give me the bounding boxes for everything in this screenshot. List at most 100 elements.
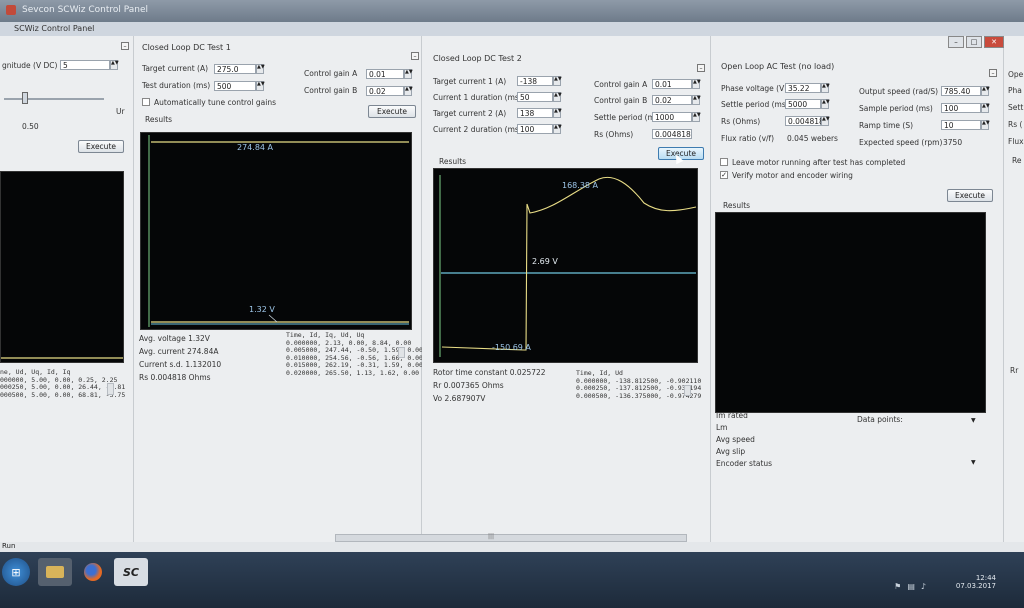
clock-time[interactable]: 12:44	[956, 574, 996, 582]
slider-handle[interactable]	[22, 92, 28, 104]
ac-settle-spinner[interactable]: ▲▼	[821, 99, 830, 109]
tray-icons[interactable]: ⚑ ▤ ♪	[894, 582, 926, 591]
right-title-cut: Ope	[1008, 70, 1024, 79]
ac-settle-field[interactable]: 5000	[785, 99, 821, 109]
horizontal-scrollbar[interactable]: |||	[335, 533, 687, 542]
execute-button[interactable]: Execute	[78, 140, 124, 153]
maximize-button[interactable]: □	[966, 36, 982, 48]
ac-rs-field[interactable]: 0.004818	[785, 116, 824, 126]
dc1-plot-svg	[148, 135, 409, 327]
magnitude-field[interactable]: 5	[60, 60, 110, 70]
dc2-dur1-field[interactable]: 50	[517, 92, 553, 102]
ac-collapse-button[interactable]: –	[989, 69, 997, 77]
dc2-collapse-button[interactable]: –	[697, 64, 705, 72]
dc1-gain-b-spinner[interactable]: ▲▼	[404, 86, 413, 96]
dc2-rr: Rr 0.007365 Ohms	[433, 381, 504, 390]
ac-verify-label: Verify motor and encoder wiring	[732, 171, 853, 180]
dc2-target1-spinner[interactable]: ▲▼	[553, 76, 562, 86]
dc2-title: Closed Loop DC Test 2	[433, 54, 522, 63]
dc1-target-current-field[interactable]: 275.0	[214, 64, 256, 74]
network-icon[interactable]: ▤	[907, 582, 915, 591]
dc1-execute-button[interactable]: Execute	[368, 105, 416, 118]
dc2-target1-label: Target current 1 (A)	[433, 77, 507, 86]
right-flux-cut: Flux	[1008, 137, 1024, 146]
ac-test-panel: Open Loop AC Test (no load) – Phase volt…	[711, 36, 1004, 542]
ac-sample-spinner[interactable]: ▲▼	[981, 103, 990, 113]
dc2-gain-b-label: Control gain B	[594, 96, 648, 105]
volume-icon[interactable]: ♪	[921, 582, 926, 591]
firefox-icon[interactable]	[76, 558, 110, 586]
folder-icon[interactable]	[38, 558, 72, 586]
dc1-auto-tune-checkbox[interactable]	[142, 98, 150, 106]
ac-phase-v-spinner[interactable]: ▲▼	[821, 83, 830, 93]
slider-value: 0.50	[22, 122, 39, 131]
ac-ramp-field[interactable]: 10	[941, 120, 981, 130]
dc1-collapse-button[interactable]: –	[411, 52, 419, 60]
ac-sample-field[interactable]: 100	[941, 103, 981, 113]
dc1-test-duration-field[interactable]: 500	[214, 81, 256, 91]
dc2-settle-spinner[interactable]: ▲▼	[692, 112, 701, 122]
window-titlebar: Sevcon SCWiz Control Panel	[0, 0, 1024, 22]
dc2-dur1-spinner[interactable]: ▲▼	[553, 92, 562, 102]
dc1-gain-a-spinner[interactable]: ▲▼	[404, 69, 413, 79]
dc2-gain-b-spinner[interactable]: ▲▼	[692, 95, 701, 105]
dc2-gain-a-field[interactable]: 0.01	[652, 79, 692, 89]
ac-flux-label: Flux ratio (v/f)	[721, 134, 775, 143]
ac-encoder-scroll-icon[interactable]: ▼	[971, 459, 976, 466]
ac-out-speed-field[interactable]: 785.40	[941, 86, 981, 96]
window-title: Sevcon SCWiz Control Panel	[22, 5, 149, 15]
dc2-plot-svg	[439, 175, 697, 357]
clock-date[interactable]: 07.03.2017	[956, 582, 996, 590]
dc2-target1-field[interactable]: -138	[517, 76, 553, 86]
dc2-dur2-spinner[interactable]: ▲▼	[553, 124, 562, 134]
dc2-gain-a-spinner[interactable]: ▲▼	[692, 79, 701, 89]
dc1-test-duration-spinner[interactable]: ▲▼	[256, 81, 265, 91]
dc2-rs-field[interactable]: 0.004818	[652, 129, 692, 139]
dc2-rotor-tc: Rotor time constant 0.025722	[433, 368, 546, 377]
start-button[interactable]: ⊞	[2, 558, 30, 586]
dc1-gain-a-label: Control gain A	[304, 69, 358, 78]
ac-settle-label: Settle period (ms)	[721, 100, 789, 109]
dc1-target-current-label: Target current (A)	[142, 64, 209, 73]
ac-phase-v-field[interactable]: 35.22	[785, 83, 821, 93]
ac-out-speed-spinner[interactable]: ▲▼	[981, 86, 990, 96]
dc1-table-scrollbar[interactable]	[398, 347, 405, 358]
scwiz-taskbar-icon[interactable]: SC	[114, 558, 148, 586]
right-rr-cut: Rr	[1010, 366, 1019, 375]
ac-data-scroll-up-icon[interactable]: ▼	[971, 417, 976, 424]
dc1-plot-current-label: 274.84 A	[237, 143, 274, 152]
dc1-current-sd: Current s.d. 1.132010	[139, 360, 222, 369]
ac-leave-running-checkbox[interactable]	[720, 158, 728, 166]
dc2-target2-spinner[interactable]: ▲▼	[553, 108, 562, 118]
dc2-dur2-field[interactable]: 100	[517, 124, 553, 134]
collapse-button[interactable]: –	[121, 42, 129, 50]
ac-ramp-spinner[interactable]: ▲▼	[981, 120, 990, 130]
flag-icon[interactable]: ⚑	[894, 582, 901, 591]
minimize-button[interactable]: –	[948, 36, 964, 48]
main-area: – gnitude (V DC) 5 ▲▼ Ur 0.50 Execute ne…	[0, 36, 1024, 542]
ac-rs-spinner[interactable]: ▲▼	[821, 116, 830, 126]
dc2-gain-b-field[interactable]: 0.02	[652, 95, 692, 105]
ac-verify-checkbox[interactable]: ✓	[720, 171, 728, 179]
horizontal-scroll-thumb[interactable]: |||	[476, 533, 506, 540]
magnitude-spinner[interactable]: ▲▼	[110, 60, 119, 70]
dc2-settle-field[interactable]: 1000	[652, 112, 692, 122]
dc1-target-current-spinner[interactable]: ▲▼	[256, 64, 265, 74]
dc1-gain-a-field[interactable]: 0.01	[366, 69, 404, 79]
status-text: Run	[2, 542, 16, 550]
ac-execute-button[interactable]: Execute	[947, 189, 993, 202]
dc2-plot-mid-label: 2.69 V	[532, 257, 558, 266]
app-icon	[6, 5, 16, 15]
dc2-target2-label: Target current 2 (A)	[433, 109, 507, 118]
dc2-results-plot: 168.38 A 2.69 V -150.69 A	[433, 168, 698, 363]
dc2-dur2-label: Current 2 duration (ms)	[433, 125, 522, 134]
ac-avg-speed: Avg speed	[716, 435, 755, 444]
dc-test-1-panel: Closed Loop DC Test 1 – Target current (…	[134, 36, 423, 542]
close-button[interactable]: ✕	[984, 36, 1004, 48]
left-table-scrollbar[interactable]	[107, 383, 114, 395]
dc1-auto-tune-label: Automatically tune control gains	[154, 98, 276, 107]
dc2-target2-field[interactable]: 138	[517, 108, 553, 118]
dc1-results-plot: 274.84 A 1.32 V	[140, 132, 412, 330]
dc2-table-scrollbar[interactable]	[684, 385, 691, 396]
dc1-gain-b-field[interactable]: 0.02	[366, 86, 404, 96]
